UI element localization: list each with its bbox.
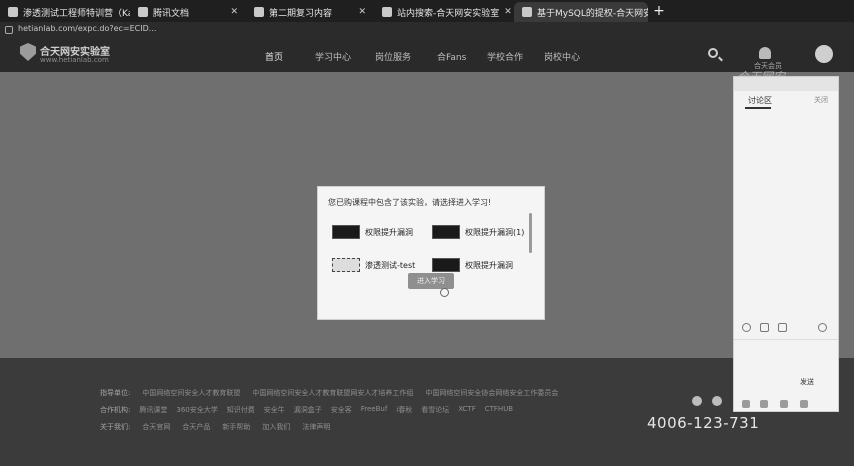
footer-link[interactable]: 中国网络空间安全协会网络安全工作委员会	[425, 388, 558, 398]
footer-link[interactable]: XCTF	[458, 405, 475, 415]
footer-row-label: 合作机构:	[100, 406, 131, 414]
footer-guidance-row: 指导单位: 中国网络空间安全人才教育联盟 中国网络空间安全人才教育联盟网安人才培…	[100, 388, 558, 398]
tab-title: 腾讯文档	[153, 8, 190, 19]
lab-option[interactable]: 渗透测试-test	[332, 258, 415, 272]
site-info-icon[interactable]	[5, 26, 13, 34]
footer-link[interactable]: 安全客	[331, 405, 352, 415]
url-text[interactable]: hetianlab.com/expc.do?ec=ECID...	[18, 24, 156, 33]
tab-title: 基于MySQL的提权-合天网安实...	[537, 8, 648, 19]
tab-title: 渗透测试工程师特训营（Kali版）	[23, 8, 130, 19]
footer-partners-row: 合作机构: 腾讯课堂 360安全大学 知识付费 安全牛 漏洞盒子 安全客 Fre…	[100, 405, 513, 415]
speaker-icon[interactable]	[780, 400, 788, 408]
new-tab-button[interactable]: +	[651, 2, 667, 20]
lab-thumbnail	[332, 258, 360, 272]
image-icon[interactable]	[778, 323, 787, 332]
lab-thumbnail	[432, 225, 460, 239]
shield-icon	[522, 7, 532, 17]
tab-review-content[interactable]: 第二期复习内容 ✕	[246, 2, 374, 22]
footer-row-label: 关于我们:	[100, 423, 131, 431]
footer-link[interactable]: 知识付费	[227, 405, 255, 415]
tab-title: 站内搜索-合天网安实验室	[397, 8, 500, 19]
nav-job-services[interactable]: 岗位服务	[375, 50, 411, 63]
tab-site-search[interactable]: 站内搜索-合天网安实验室 ✕	[374, 2, 514, 22]
footer-about-row: 关于我们: 合天官网 合天产品 新手帮助 加入我们 法律声明	[100, 422, 330, 432]
dialog-title: 您已购课程中包含了该实验，请选择进入学习!	[328, 198, 492, 207]
search-icon[interactable]	[708, 48, 718, 58]
footer-link[interactable]: 加入我们	[262, 422, 290, 432]
active-tab-indicator	[745, 107, 771, 109]
lab-option-label: 渗透测试-test	[365, 260, 416, 270]
bell-icon[interactable]	[759, 47, 771, 59]
footer-link[interactable]: i春秋	[396, 405, 412, 415]
tab-mysql-privesc[interactable]: 基于MySQL的提权-合天网安实... ✕	[514, 2, 648, 22]
tab-favicon-icon	[382, 7, 392, 17]
footer-link[interactable]: 新手帮助	[222, 422, 250, 432]
footer-row-label: 指导单位:	[100, 389, 131, 397]
site-header: 合天网安实验室 www.hetianlab.com 首页 学习中心 岗位服务 合…	[0, 38, 854, 84]
browser-tab-bar: 渗透测试工程师特训营（Kali版） ✕ 腾讯文档 ✕ 第二期复习内容 ✕ 站内搜…	[0, 0, 854, 22]
camera-icon[interactable]	[800, 400, 808, 408]
panel-close-button[interactable]: 关闭	[814, 95, 828, 105]
discussion-panel: 讨论区 关闭 发送	[733, 76, 839, 412]
site-footer: 指导单位: 中国网络空间安全人才教育联盟 中国网络空间安全人才教育联盟网安人才培…	[0, 358, 854, 466]
history-icon[interactable]	[818, 323, 827, 332]
address-bar[interactable]: hetianlab.com/expc.do?ec=ECID...	[0, 22, 854, 38]
footer-link[interactable]: 中国网络空间安全人才教育联盟网安人才培养工作组	[252, 388, 413, 398]
hotline-number: 4006-123-731	[647, 414, 760, 432]
footer-link[interactable]: 中国网络空间安全人才教育联盟	[142, 388, 240, 398]
lab-select-dialog: 您已购课程中包含了该实验，请选择进入学习! 权限提升漏洞 权限提升漏洞(1) 渗…	[317, 186, 545, 320]
footer-link[interactable]: 360安全大学	[176, 405, 217, 415]
dialog-scrollbar[interactable]	[529, 213, 532, 253]
wechat-icon[interactable]	[712, 396, 722, 406]
send-button[interactable]: 发送	[800, 377, 814, 387]
lab-option-label: 权限提升漏洞	[365, 227, 413, 237]
footer-link[interactable]: 看雪论坛	[421, 405, 449, 415]
tab-pentest-course[interactable]: 渗透测试工程师特训营（Kali版） ✕	[0, 2, 130, 22]
nav-campus-center[interactable]: 岗校中心	[544, 50, 580, 63]
close-icon[interactable]: ✕	[230, 7, 238, 17]
footer-link[interactable]: 合天官网	[142, 422, 170, 432]
close-icon[interactable]: ✕	[358, 7, 366, 17]
tab-tencent-docs[interactable]: 腾讯文档 ✕	[130, 2, 246, 22]
qq-icon[interactable]	[692, 396, 702, 406]
tab-discussion[interactable]: 讨论区	[748, 95, 772, 106]
emoji-icon[interactable]	[742, 323, 751, 332]
lab-option[interactable]: 权限提升漏洞	[432, 258, 513, 272]
lab-option[interactable]: 权限提升漏洞	[332, 225, 413, 239]
footer-link[interactable]: 法律声明	[302, 422, 330, 432]
enter-study-button[interactable]: 进入学习	[408, 273, 454, 289]
footer-link[interactable]: 漏洞盒子	[294, 405, 322, 415]
tab-favicon-icon	[8, 7, 18, 17]
lab-thumbnail	[332, 225, 360, 239]
footer-link[interactable]: 合天产品	[182, 422, 210, 432]
lab-thumbnail	[432, 258, 460, 272]
nav-school-coop[interactable]: 学校合作	[487, 50, 523, 63]
footer-link[interactable]: 安全牛	[264, 405, 285, 415]
nav-home[interactable]: 首页	[265, 50, 283, 63]
footer-link[interactable]: FreeBuf	[361, 405, 388, 415]
close-icon[interactable]: ✕	[504, 7, 512, 17]
logo-shield-icon[interactable]	[20, 43, 36, 61]
lab-option-label: 权限提升漏洞(1)	[465, 227, 525, 237]
tab-favicon-icon	[138, 7, 148, 17]
scissors-icon[interactable]	[760, 323, 769, 332]
mic-icon[interactable]	[760, 400, 768, 408]
panel-header[interactable]	[734, 77, 838, 91]
avatar[interactable]	[815, 45, 833, 63]
logo-subtitle: www.hetianlab.com	[40, 56, 109, 64]
pen-icon[interactable]	[742, 400, 750, 408]
mouse-cursor-icon	[440, 288, 449, 297]
footer-link[interactable]: 腾讯课堂	[139, 405, 167, 415]
divider	[734, 339, 838, 340]
tab-favicon-icon	[254, 7, 264, 17]
lab-option[interactable]: 权限提升漏洞(1)	[432, 225, 524, 239]
tab-title: 第二期复习内容	[269, 8, 333, 19]
lab-option-label: 权限提升漏洞	[465, 260, 513, 270]
nav-fans[interactable]: 合Fans	[437, 50, 466, 63]
nav-learning-center[interactable]: 学习中心	[315, 50, 351, 63]
footer-link[interactable]: CTFHUB	[485, 405, 513, 415]
